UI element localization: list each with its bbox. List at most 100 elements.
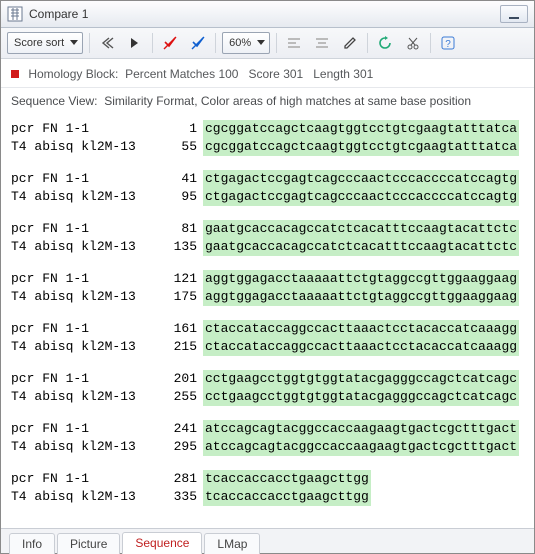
seq-name-b: T4 abisq kl2M-13 [3, 288, 151, 306]
homology-info: Homology Block: Percent Matches 100 Scor… [1, 59, 534, 87]
sequence-row: pcr FN 1-1281 tcaccaccacctgaagcttgg [3, 470, 532, 488]
seq-pos-a: 161 [151, 320, 197, 338]
length-value: 301 [353, 67, 373, 81]
alignment-block: pcr FN 1-1161 ctaccataccaggccacttaaactcct… [3, 320, 532, 356]
tab-lmap[interactable]: LMap [204, 533, 260, 554]
sequence-row: pcr FN 1-1241 atccagcagtacggccaccaagaagtg… [3, 420, 532, 438]
seq-bases-b: ctgagactccgagtcagcccaactcccaccccatccagtg [203, 188, 519, 206]
alignment-block: pcr FN 1-1241 atccagcagtacggccaccaagaagtg… [3, 420, 532, 456]
help-button[interactable]: ? [437, 32, 459, 54]
seqview-desc: Similarity Format, Color areas of high m… [104, 94, 471, 108]
seq-bases-b: cgcggatccagctcaagtggtcctgtcgaagtatttatca [203, 138, 519, 156]
length-label: Length [313, 67, 350, 81]
alignment-block: pcr FN 1-181 gaatgcaccacagccatctcacatttcc… [3, 220, 532, 256]
sequence-row: T4 abisq kl2M-13135 gaatgcaccacagccatctca… [3, 238, 532, 256]
seq-bases-b: ctaccataccaggccacttaaactcctacaccatcaaagg [203, 338, 519, 356]
seq-bases-a: aggtggagacctaaaaattctgtaggccgttggaaggaag [203, 270, 519, 288]
refresh-button[interactable] [374, 32, 396, 54]
app-window: Compare 1 Score sort 60% [0, 0, 535, 554]
alignment-block: pcr FN 1-1281tcaccaccacctgaagcttggT4 abi… [3, 470, 532, 506]
matches-value: 100 [218, 67, 238, 81]
chevron-down-icon [70, 40, 78, 46]
titlebar: Compare 1 [1, 1, 534, 28]
seq-bases-b: aggtggagacctaaaaattctgtaggccgttggaaggaag [203, 288, 519, 306]
seq-name-a: pcr FN 1-1 [3, 120, 151, 138]
seq-name-a: pcr FN 1-1 [3, 370, 151, 388]
seq-bases-a: gaatgcaccacagccatctcacatttccaagtacattctc [203, 220, 519, 238]
seq-name-a: pcr FN 1-1 [3, 470, 151, 488]
seq-name-b: T4 abisq kl2M-13 [3, 188, 151, 206]
seqview-label: Sequence View: [11, 94, 98, 108]
seq-bases-a: ctaccataccaggccacttaaactcctacaccatcaaagg [203, 320, 519, 338]
clear-blue-button[interactable] [187, 32, 209, 54]
sequence-row: pcr FN 1-181 gaatgcaccacagccatctcacatttcc… [3, 220, 532, 238]
sequence-row: T4 abisq kl2M-13175 aggtggagacctaaaaattct… [3, 288, 532, 306]
sequence-view-header: Sequence View: Similarity Format, Color … [1, 87, 534, 116]
sequence-row: T4 abisq kl2M-13295atccagcagtacggccaccaa… [3, 438, 532, 456]
seq-name-b: T4 abisq kl2M-13 [3, 438, 151, 456]
seq-pos-a: 241 [151, 420, 197, 438]
seq-pos-b: 255 [151, 388, 197, 406]
seq-pos-b: 295 [151, 438, 197, 456]
seq-bases-a: cgcggatccagctcaagtggtcctgtcgaagtatttatca [203, 120, 519, 138]
toolbar: Score sort 60% [1, 28, 534, 59]
align-center-button[interactable] [311, 32, 333, 54]
prev-outline-button[interactable] [96, 32, 118, 54]
sequence-row: pcr FN 1-141 ctgagactccgagtcagcccaactccca… [3, 170, 532, 188]
seq-pos-a: 281 [151, 470, 197, 488]
seq-bases-a: tcaccaccacctgaagcttgg [203, 470, 371, 488]
seq-pos-a: 121 [151, 270, 197, 288]
seq-name-a: pcr FN 1-1 [3, 420, 151, 438]
seq-pos-b: 95 [151, 188, 197, 206]
score-value: 301 [283, 67, 303, 81]
seq-bases-a: cctgaagcctggtgtggtatacgagggccagctcatcagc [203, 370, 519, 388]
sequence-row: pcr FN 1-1201 cctgaagcctggtgtggtatacgaggg… [3, 370, 532, 388]
tab-sequence[interactable]: Sequence [122, 532, 202, 554]
sequence-row: T4 abisq kl2M-13255 cctgaagcctggtgtggtata… [3, 388, 532, 406]
seq-pos-b: 335 [151, 488, 197, 506]
seq-name-b: T4 abisq kl2M-13 [3, 238, 151, 256]
alignment-block: pcr FN 1-1121 aggtggagacctaaaaattctgtaggc… [3, 270, 532, 306]
sequence-row: pcr FN 1-1121 aggtggagacctaaaaattctgtaggc… [3, 270, 532, 288]
seq-bases-a: atccagcagtacggccaccaagaagtgactcgctttgact [203, 420, 519, 438]
seq-pos-b: 175 [151, 288, 197, 306]
sequence-row: T4 abisq kl2M-13335tcaccaccacctgaagcttgg [3, 488, 532, 506]
sequence-row: T4 abisq kl2M-13215ctaccataccaggccacttaa… [3, 338, 532, 356]
seq-name-a: pcr FN 1-1 [3, 170, 151, 188]
seq-pos-a: 201 [151, 370, 197, 388]
cut-button[interactable] [402, 32, 424, 54]
seq-pos-b: 215 [151, 338, 197, 356]
seq-name-a: pcr FN 1-1 [3, 320, 151, 338]
seq-name-a: pcr FN 1-1 [3, 270, 151, 288]
score-label: Score [249, 67, 280, 81]
seq-pos-a: 41 [151, 170, 197, 188]
seq-bases-a: ctgagactccgagtcagcccaactcccaccccatccagtg [203, 170, 519, 188]
seq-name-b: T4 abisq kl2M-13 [3, 138, 151, 156]
seq-bases-b: cctgaagcctggtgtggtatacgagggccagctcatcagc [203, 388, 519, 406]
sequence-row: pcr FN 1-11cgcggatccagctcaagtggtcctgtcga… [3, 120, 532, 138]
homology-marker-icon [11, 70, 19, 78]
seq-pos-b: 135 [151, 238, 197, 256]
edit-button[interactable] [339, 32, 361, 54]
align-left-button[interactable] [283, 32, 305, 54]
seq-pos-a: 81 [151, 220, 197, 238]
tab-info[interactable]: Info [9, 533, 55, 554]
minimize-button[interactable] [500, 5, 528, 23]
seq-bases-b: gaatgcaccacagccatctcacatttccaagtacattctc [203, 238, 519, 256]
clear-red-button[interactable] [159, 32, 181, 54]
zoom-dropdown[interactable]: 60% [222, 32, 270, 54]
tab-picture[interactable]: Picture [57, 533, 120, 554]
seq-name-a: pcr FN 1-1 [3, 220, 151, 238]
seq-pos-b: 55 [151, 138, 197, 156]
homology-label: Homology Block: [28, 67, 118, 81]
sequence-row: T4 abisq kl2M-1395 ctgagactccgagtcagcccaa… [3, 188, 532, 206]
sort-dropdown[interactable]: Score sort [7, 32, 83, 54]
sequence-area[interactable]: pcr FN 1-11cgcggatccagctcaagtggtcctgtcga… [1, 116, 534, 528]
seq-bases-b: tcaccaccacctgaagcttgg [203, 488, 371, 506]
window-title: Compare 1 [29, 7, 88, 21]
next-button[interactable] [124, 32, 146, 54]
app-icon [7, 6, 23, 22]
matches-label: Percent Matches [125, 67, 215, 81]
seq-name-b: T4 abisq kl2M-13 [3, 388, 151, 406]
alignment-block: pcr FN 1-1201 cctgaagcctggtgtggtatacgaggg… [3, 370, 532, 406]
